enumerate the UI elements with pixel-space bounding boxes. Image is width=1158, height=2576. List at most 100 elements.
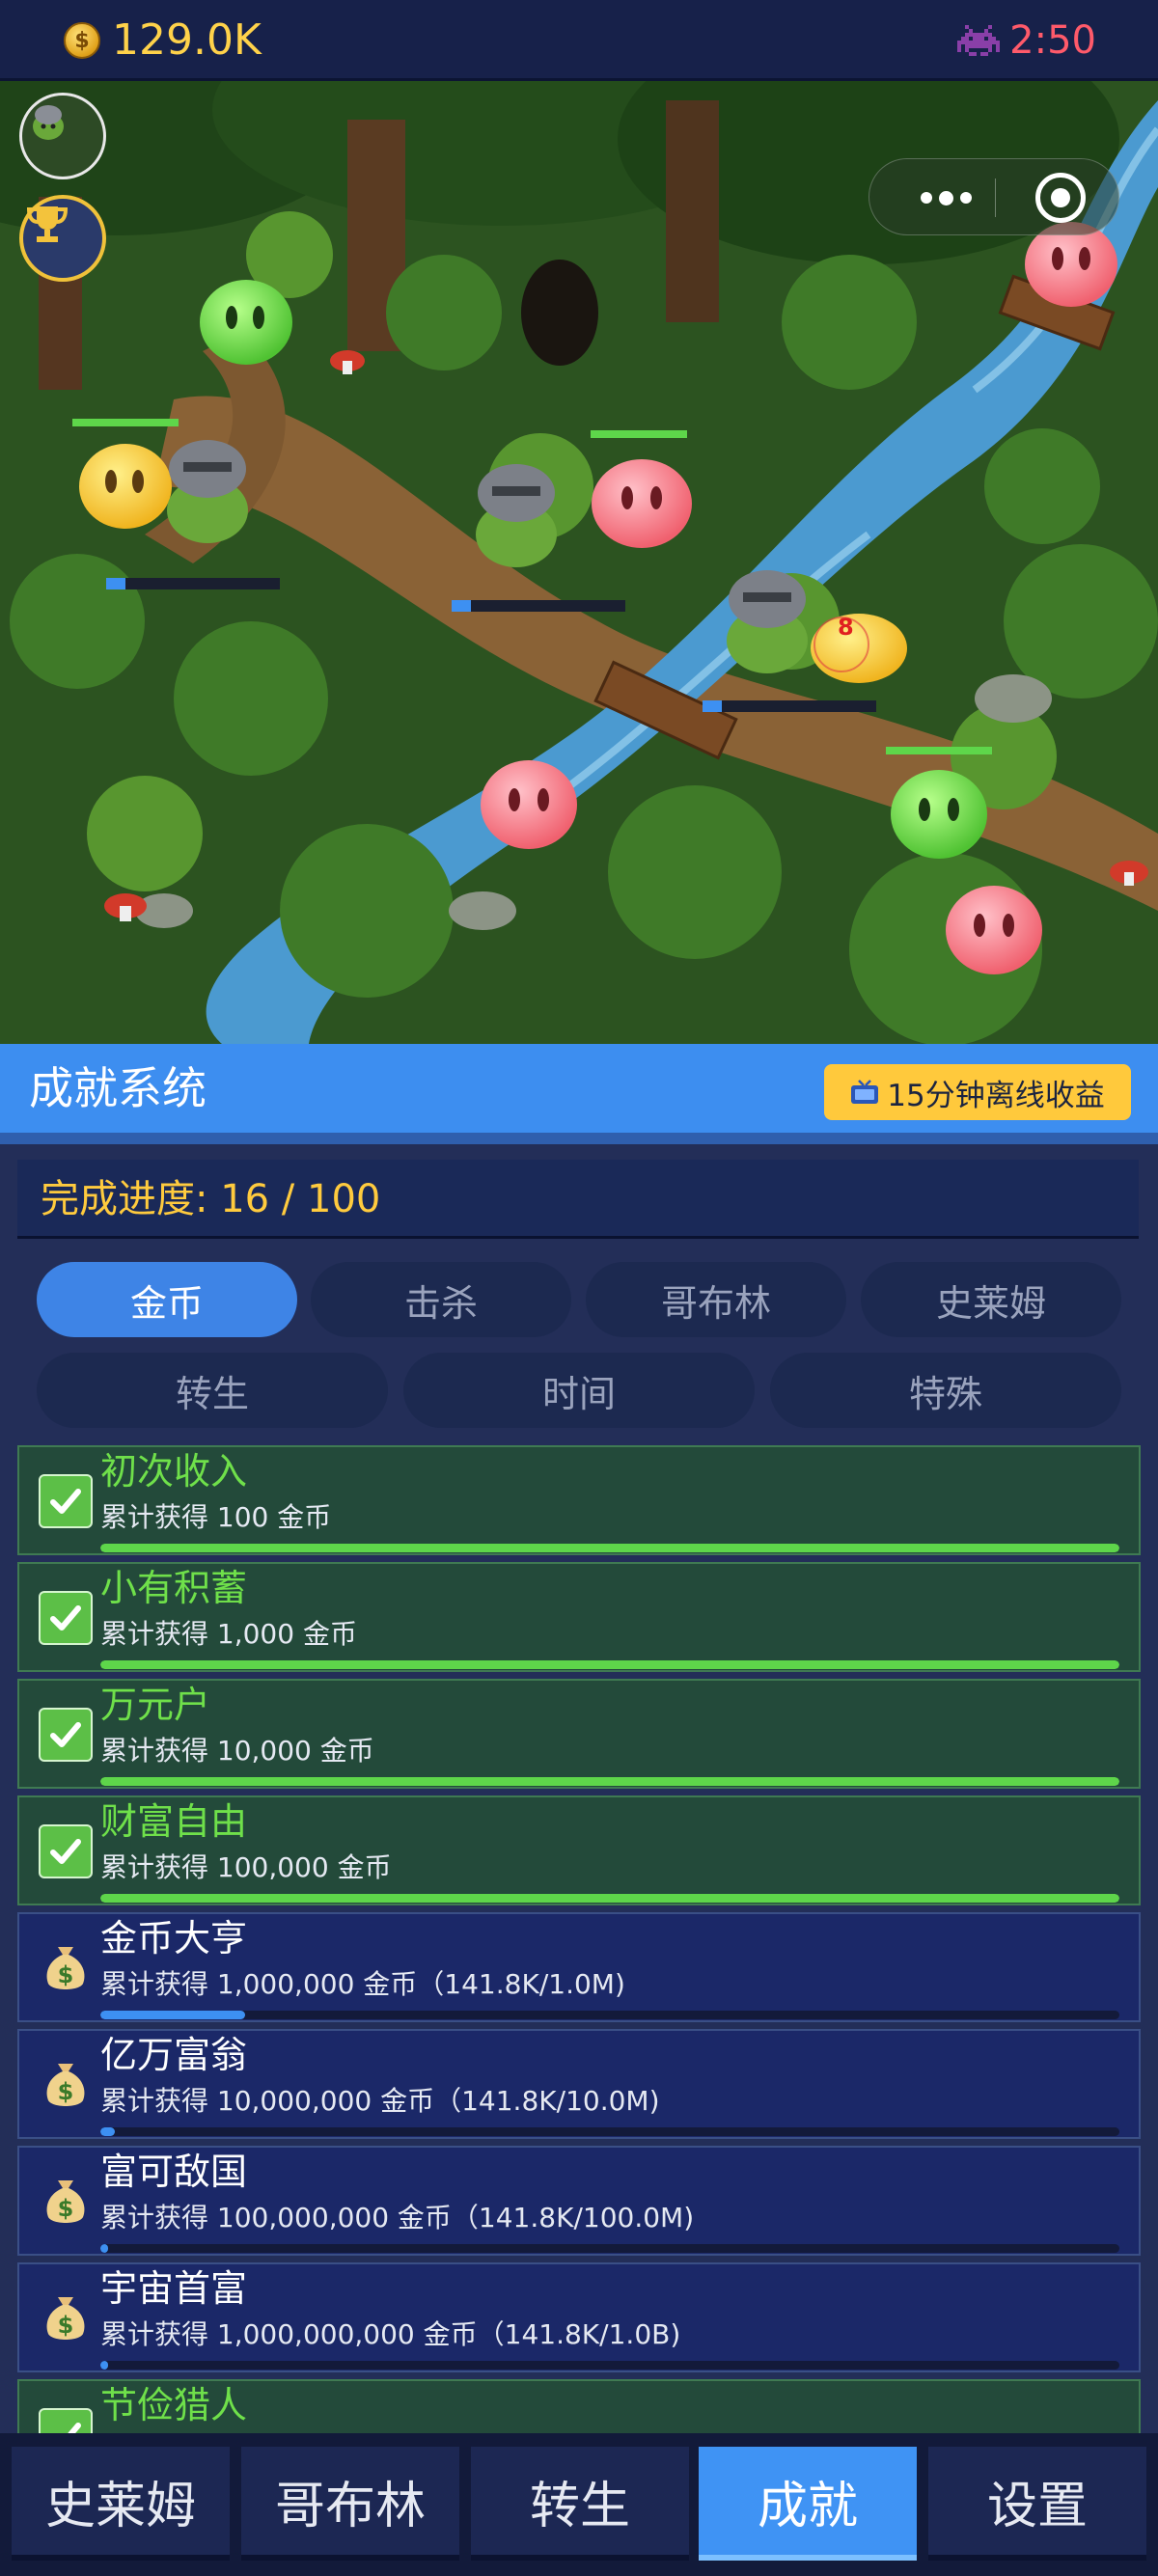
achievement-description: 累计获得 10,000 金币 (100, 1735, 374, 1767)
close-target-icon[interactable] (1035, 173, 1086, 223)
slime-pink[interactable] (946, 886, 1042, 974)
achievement-description: 累计获得 1,000,000,000 金币（141.8K/1.0B) (100, 2318, 681, 2350)
achievement-list[interactable]: 初次收入累计获得 100 金币小有积蓄累计获得 1,000 金币万元户 累计获得 … (17, 1445, 1141, 2433)
achievement-name: 节俭猎人 (100, 2384, 248, 2426)
timer-value: 2:50 (1009, 18, 1096, 63)
achievement-progress-bar (100, 2127, 1119, 2136)
nav-label: 史莱姆 (44, 2477, 196, 2535)
achievement-row: 万元户 累计获得 10,000 金币 (17, 1679, 1141, 1789)
achievement-row: 小有积蓄累计获得 1,000 金币 (17, 1562, 1141, 1672)
tab-slime[interactable]: 史莱姆 (861, 1262, 1121, 1337)
tab-label: 击杀 (403, 1281, 478, 1325)
achievement-progress-bar (100, 1544, 1119, 1552)
slime-yellow[interactable]: 8 (811, 614, 907, 683)
achievement-progress-fill (100, 1894, 1119, 1903)
tab-label: 史莱姆 (935, 1281, 1046, 1325)
achievement-name: 财富自由 (100, 1800, 248, 1843)
tab-kills[interactable]: 击杀 (311, 1262, 571, 1337)
game-screen: $ 129.0K 2:50 8 成就系统 15分钟离线收益 完成进度: 16 /… (0, 0, 1158, 2576)
achievement-name: 亿万富翁 (100, 2034, 248, 2076)
achievement-description: 累计获得 10,000,000 金币（141.8K/10.0M) (100, 2085, 660, 2117)
player-avatar-button[interactable] (19, 93, 106, 179)
achievement-name: 初次收入 (100, 1450, 248, 1493)
coin-icon: $ (64, 22, 100, 59)
nav-settings[interactable]: 设置 (928, 2447, 1146, 2561)
achievement-progress-fill (100, 1777, 1119, 1786)
achievement-panel-header: 成就系统 15分钟离线收益 (0, 1044, 1158, 1133)
tab-label: 金币 (129, 1281, 204, 1325)
achievement-description: 累计获得 1,000,000 金币（141.8K/1.0M) (100, 1968, 625, 2000)
achievement-name: 富可敌国 (100, 2151, 248, 2193)
tab-label: 时间 (541, 1372, 616, 1415)
achievement-progress-fill (100, 2127, 115, 2136)
timer: 2:50 (957, 17, 1096, 64)
offline-reward-button[interactable]: 15分钟离线收益 (824, 1064, 1131, 1120)
achievement-row: $ 亿万富翁 累计获得 10,000,000 金币（141.8K/10.0M) (17, 2029, 1141, 2139)
nav-label: 设置 (986, 2477, 1088, 2535)
svg-text:$: $ (58, 2195, 74, 2222)
svg-text:$: $ (58, 1961, 74, 1988)
completion-progress-text: 完成进度: 16 / 100 (41, 1177, 381, 1221)
achievement-row: $ 富可敌国 累计获得 100,000,000 金币（141.8K/100.0M) (17, 2146, 1141, 2256)
achievement-progress-bar (100, 2011, 1119, 2019)
achievement-progress-fill (100, 1660, 1119, 1669)
checkmark-icon (39, 2408, 93, 2433)
tab-time[interactable]: 时间 (403, 1353, 755, 1428)
achievement-row: 节俭猎人 (17, 2379, 1141, 2433)
svg-text:$: $ (58, 2312, 74, 2339)
panel-title: 成就系统 (29, 1062, 207, 1114)
achievement-progress-fill (100, 2361, 109, 2370)
money-bag-icon: $ (39, 2175, 93, 2229)
nav-label: 转生 (529, 2477, 630, 2535)
achievement-progress-bar (100, 1777, 1119, 1786)
tab-label: 哥布林 (660, 1281, 771, 1325)
achievement-row: 初次收入累计获得 100 金币 (17, 1445, 1141, 1555)
checkmark-icon (39, 1591, 93, 1645)
achievement-row: $ 金币大亨累计获得 1,000,000 金币（141.8K/1.0M) (17, 1912, 1141, 2022)
checkmark-icon (39, 1824, 93, 1878)
slime-green[interactable] (200, 280, 292, 365)
tab-special[interactable]: 特殊 (770, 1353, 1121, 1428)
nav-achievements[interactable]: 成就 (699, 2447, 917, 2561)
panel-divider (0, 1133, 1158, 1144)
achievement-name: 小有积蓄 (100, 1567, 248, 1609)
achievement-progress-fill (100, 2244, 109, 2253)
achievement-progress-bar (100, 2361, 1119, 2370)
tab-goblin[interactable]: 哥布林 (586, 1262, 846, 1337)
space-invader-icon (957, 25, 1001, 56)
nav-rebirth[interactable]: 转生 (471, 2447, 689, 2561)
tab-rebirth[interactable]: 转生 (37, 1353, 388, 1428)
tab-gold[interactable]: 金币 (37, 1262, 297, 1337)
gold-counter: $ 129.0K (64, 17, 262, 64)
checkmark-icon (39, 1474, 93, 1528)
achievement-name: 金币大亨 (100, 1917, 248, 1959)
nav-goblin[interactable]: 哥布林 (241, 2447, 459, 2561)
bottom-navigation: 史莱姆 哥布林 转生 成就 设置 (0, 2433, 1158, 2576)
money-bag-icon: $ (39, 2291, 93, 2345)
mini-program-capsule (868, 158, 1119, 235)
tv-icon (851, 1080, 879, 1104)
capsule-divider (995, 178, 996, 217)
achievement-description: 累计获得 1,000 金币 (100, 1618, 357, 1650)
goblin-avatar-icon (33, 105, 64, 140)
nav-slime[interactable]: 史莱姆 (12, 2447, 230, 2561)
tab-label: 特殊 (908, 1372, 982, 1415)
achievement-progress-fill (100, 1544, 1119, 1552)
achievement-description: 累计获得 100 金币 (100, 1501, 332, 1533)
nav-label: 哥布林 (274, 2477, 426, 2535)
checkmark-icon (39, 1708, 93, 1762)
nav-label: 成就 (757, 2477, 858, 2535)
tab-label: 转生 (175, 1372, 249, 1415)
battle-scene[interactable]: 8 (0, 81, 1158, 1044)
achievement-progress-bar (100, 1660, 1119, 1669)
completion-progress: 完成进度: 16 / 100 (17, 1160, 1139, 1239)
achievement-row: $ 宇宙首富累计获得 1,000,000,000 金币（141.8K/1.0B) (17, 2262, 1141, 2372)
trophy-button[interactable] (19, 195, 106, 282)
money-bag-icon: $ (39, 1941, 93, 1995)
achievement-name: 宇宙首富 (100, 2267, 248, 2310)
trophy-icon (26, 206, 69, 242)
gold-amount: 129.0K (112, 15, 262, 65)
slime-pink[interactable] (481, 760, 577, 849)
more-options-icon[interactable] (902, 178, 989, 217)
achievement-row: 财富自由 累计获得 100,000 金币 (17, 1795, 1141, 1905)
